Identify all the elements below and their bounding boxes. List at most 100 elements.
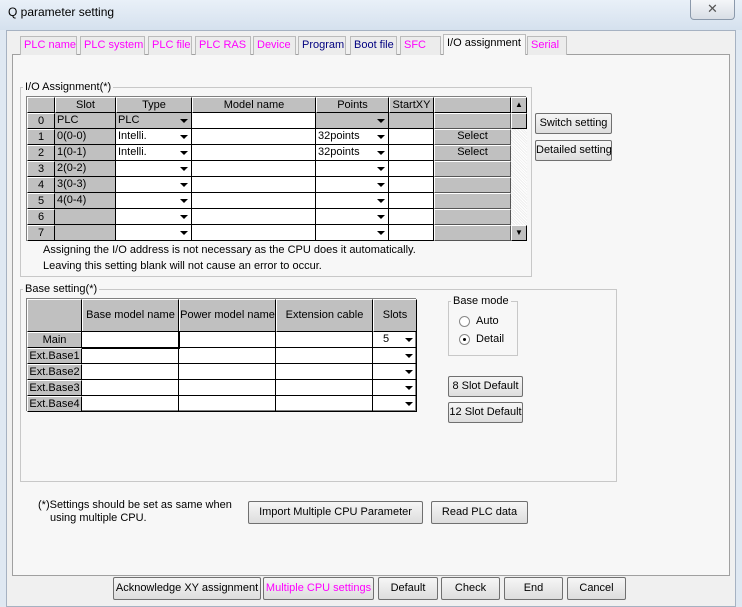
blank-button[interactable] [434,209,511,225]
points-select[interactable] [316,225,389,241]
startxy-input[interactable] [389,113,434,129]
tab-plc-system[interactable]: PLC system [80,36,145,55]
blank-button[interactable] [434,193,511,209]
points-value: 32points [318,146,360,158]
base-model-name-input[interactable] [82,348,179,364]
tab-serial[interactable]: Serial [527,36,567,55]
8-slot-default-button[interactable]: 8 Slot Default [448,376,523,397]
startxy-input[interactable] [389,193,434,209]
model-name-input[interactable] [192,161,316,177]
model-name-input[interactable] [192,225,316,241]
model-name-input[interactable] [192,193,316,209]
blank-button[interactable] [434,177,511,193]
base-model-name-input[interactable] [82,396,179,412]
tab-sfc[interactable]: SFC [400,36,441,55]
base-model-name-input[interactable] [82,380,179,396]
model-name-input[interactable] [192,129,316,145]
scrollbar-track[interactable] [511,113,527,225]
points-select[interactable] [316,113,389,129]
base-model-name-input[interactable] [81,331,180,349]
slots-select[interactable] [373,364,417,380]
12-slot-default-button[interactable]: 12 Slot Default [448,402,523,423]
power-model-name-input[interactable] [179,364,276,380]
power-model-name-input[interactable] [179,396,276,412]
tab-plc-name[interactable]: PLC name [20,36,77,55]
type-select[interactable] [116,161,192,177]
tab-program[interactable]: Program [298,36,346,55]
close-icon: ✕ [707,1,718,16]
slots-select[interactable] [373,396,417,412]
scroll-up-button[interactable]: ▲ [511,97,527,113]
type-select[interactable]: Intelli. [116,145,192,161]
import-multiple-cpu-parameter-button[interactable]: Import Multiple CPU Parameter [248,501,423,524]
points-select[interactable] [316,161,389,177]
blank-button[interactable] [434,225,511,241]
points-select[interactable] [316,193,389,209]
acknowledge-xy-assignment-button[interactable]: Acknowledge XY assignment [113,577,261,600]
type-select[interactable] [116,193,192,209]
multiple-cpu-settings-button[interactable]: Multiple CPU settings [263,577,374,600]
check-button[interactable]: Check [441,577,500,600]
base-setting-table: Base model name Power model name Extension… [26,298,417,412]
points-value: 32points [318,130,360,142]
switch-setting-button[interactable]: Switch setting [535,113,612,134]
select-button[interactable]: Select [434,129,511,145]
chevron-down-icon [377,119,385,123]
extension-cable-input[interactable] [276,332,373,348]
type-select[interactable] [116,225,192,241]
row-number: 5 [27,193,55,209]
scroll-down-button[interactable]: ▼ [511,225,527,241]
type-select[interactable] [116,177,192,193]
points-select[interactable]: 32points [316,145,389,161]
scrollbar-thumb[interactable] [511,113,527,129]
points-select[interactable] [316,177,389,193]
model-name-input[interactable] [192,177,316,193]
power-model-name-input[interactable] [179,380,276,396]
startxy-input[interactable] [389,129,434,145]
power-model-name-input[interactable] [179,348,276,364]
model-name-input[interactable] [192,113,316,129]
read-plc-data-button[interactable]: Read PLC data [431,501,528,524]
base-row-label: Ext.Base2 [27,364,82,380]
tab-plc-ras[interactable]: PLC RAS [195,36,251,55]
end-button[interactable]: End [504,577,563,600]
tab-i-o-assignment[interactable]: I/O assignment [443,34,526,55]
blank-button[interactable] [434,113,511,129]
type-select[interactable] [116,209,192,225]
cancel-button[interactable]: Cancel [567,577,626,600]
tab-device[interactable]: Device [253,36,296,55]
detailed-setting-button[interactable]: Detailed setting [535,140,612,161]
tab-plc-file[interactable]: PLC file [148,36,192,55]
chevron-down-icon [180,119,188,123]
detail-radio[interactable] [459,334,470,345]
extension-cable-input[interactable] [276,364,373,380]
chevron-down-icon [377,199,385,203]
tab-boot-file[interactable]: Boot file [350,36,397,55]
model-name-input[interactable] [192,145,316,161]
startxy-input[interactable] [389,209,434,225]
close-button[interactable]: ✕ [690,0,735,20]
blank-button[interactable] [434,161,511,177]
extension-cable-input[interactable] [276,380,373,396]
startxy-input[interactable] [389,177,434,193]
type-select[interactable]: Intelli. [116,129,192,145]
select-button[interactable]: Select [434,145,511,161]
startxy-input[interactable] [389,225,434,241]
extension-cable-input[interactable] [276,348,373,364]
column-header [434,97,511,113]
slots-select[interactable] [373,380,417,396]
base-model-name-input[interactable] [82,364,179,380]
type-select[interactable]: PLC [116,113,192,129]
startxy-input[interactable] [389,145,434,161]
column-header: Extension cable [276,299,373,332]
slots-select[interactable]: 5 [373,332,417,348]
model-name-input[interactable] [192,209,316,225]
default-button[interactable]: Default [378,577,438,600]
power-model-name-input[interactable] [179,332,276,348]
startxy-input[interactable] [389,161,434,177]
slots-select[interactable] [373,348,417,364]
auto-radio[interactable] [459,316,470,327]
points-select[interactable] [316,209,389,225]
extension-cable-input[interactable] [276,396,373,412]
points-select[interactable]: 32points [316,129,389,145]
